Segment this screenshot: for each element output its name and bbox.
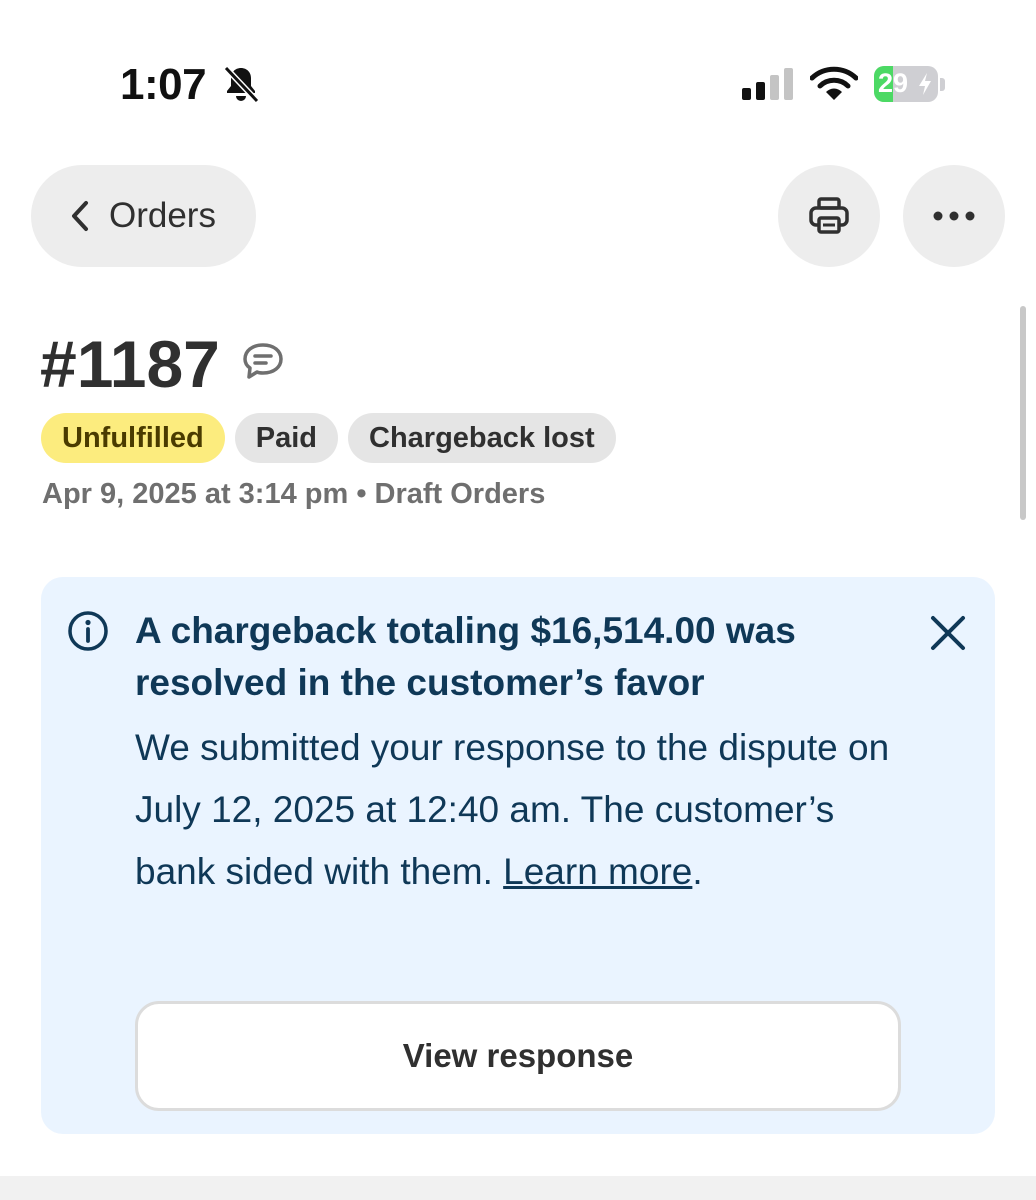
order-number: #1187 [40, 327, 220, 401]
chevron-left-icon [72, 201, 88, 231]
badge-paid: Paid [234, 413, 339, 463]
back-button-label: Orders [109, 196, 216, 235]
order-meta: Apr 9, 2025 at 3:14 pm • Draft Orders [42, 478, 546, 510]
printer-icon [809, 197, 849, 234]
status-badges: Unfulfilled Paid Chargeback lost [41, 413, 616, 463]
back-button[interactable]: Orders [31, 165, 256, 267]
charging-bolt-icon [919, 73, 931, 95]
badge-unfulfilled: Unfulfilled [41, 413, 225, 463]
chargeback-banner: A chargeback totaling $16,514.00 was res… [41, 577, 995, 1134]
more-horizontal-icon [933, 211, 975, 221]
bottom-divider [0, 1176, 1036, 1200]
more-actions-button[interactable] [903, 165, 1005, 267]
battery-cap [940, 78, 945, 91]
link-suffix: . [692, 851, 703, 892]
scrollbar[interactable] [1020, 306, 1026, 520]
battery-level: 29 [878, 68, 909, 98]
cellular-signal-icon [742, 68, 793, 100]
print-button[interactable] [778, 165, 880, 267]
view-response-button[interactable]: View response [135, 1001, 901, 1111]
banner-title: A chargeback totaling $16,514.00 was res… [135, 610, 796, 703]
info-icon [68, 611, 108, 651]
close-icon[interactable] [929, 614, 967, 652]
status-time: 1:07 [120, 60, 207, 109]
banner-body: We submitted your response to the disput… [135, 717, 915, 903]
wifi-icon [810, 66, 858, 100]
battery-icon: 29 [874, 66, 938, 102]
badge-chargeback-lost: Chargeback lost [348, 413, 616, 463]
comment-icon[interactable] [242, 342, 284, 382]
learn-more-link[interactable]: Learn more [503, 851, 692, 892]
bell-off-icon [223, 65, 260, 104]
